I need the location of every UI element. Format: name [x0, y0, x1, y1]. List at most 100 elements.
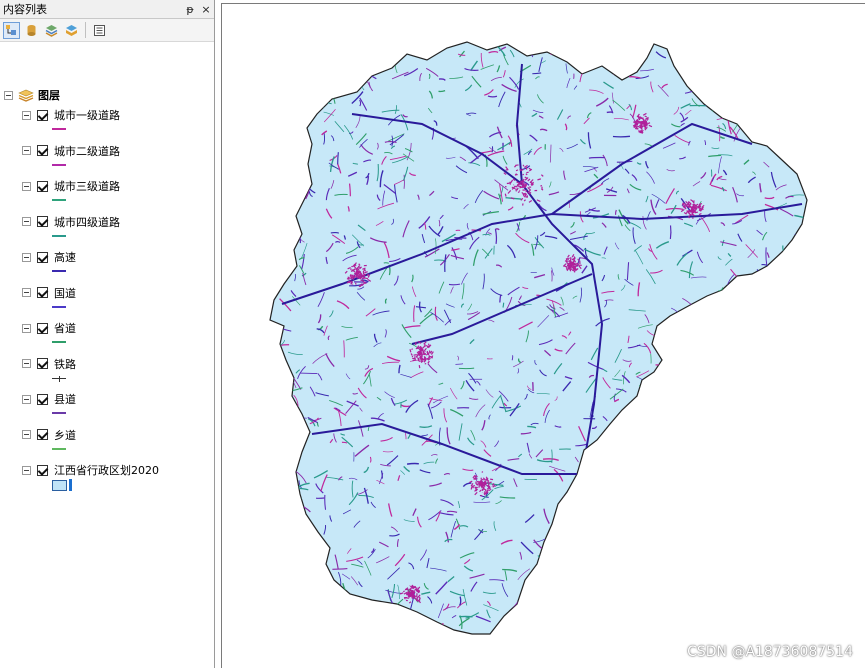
- list-by-selection-icon[interactable]: [63, 22, 80, 39]
- road-segment: [706, 88, 709, 96]
- list-by-source-icon[interactable]: [23, 22, 40, 39]
- road-segment: [700, 580, 706, 595]
- layer-label: 城市四级道路: [54, 215, 120, 229]
- layer-visibility-checkbox[interactable]: [37, 109, 48, 121]
- road-segment: [711, 555, 720, 560]
- road-segment: [627, 45, 644, 48]
- collapse-toggle[interactable]: [22, 252, 31, 262]
- road-segment: [776, 430, 778, 436]
- road-segment: [599, 464, 608, 466]
- layer-visibility-checkbox[interactable]: [37, 322, 48, 334]
- layer-label: 乡道: [54, 428, 76, 442]
- road-segment: [653, 387, 671, 393]
- pin-icon[interactable]: ᵽ: [182, 1, 198, 17]
- collapse-toggle[interactable]: [22, 181, 31, 191]
- road-segment: [638, 57, 645, 62]
- layer-row[interactable]: 县道: [22, 392, 76, 406]
- road-segment: [769, 110, 779, 123]
- road-segment: [585, 604, 595, 608]
- list-by-drawing-order-icon[interactable]: [3, 21, 20, 39]
- layer-row[interactable]: 城市一级道路: [22, 108, 120, 122]
- layer-visibility-checkbox[interactable]: [37, 287, 48, 298]
- road-segment: [299, 71, 311, 83]
- road-segment: [676, 436, 691, 439]
- list-by-visibility-icon[interactable]: [43, 22, 60, 39]
- map-view[interactable]: CSDN @A18736087514: [221, 3, 865, 668]
- road-segment: [271, 586, 275, 596]
- layer-row[interactable]: 省道: [22, 321, 76, 335]
- line-legend-symbol: [52, 447, 66, 450]
- road-segment: [411, 44, 418, 55]
- layer-row[interactable]: 国道: [22, 286, 76, 300]
- road-segment: [774, 370, 777, 377]
- collapse-toggle[interactable]: [22, 110, 31, 120]
- road-segment: [599, 466, 610, 479]
- collapse-toggle[interactable]: [22, 323, 31, 333]
- road-segment: [313, 574, 329, 581]
- road-segment: [701, 405, 707, 423]
- layer-visibility-checkbox[interactable]: [37, 216, 48, 227]
- collapse-toggle[interactable]: [22, 465, 31, 475]
- road-segment: [806, 244, 807, 251]
- layer-visibility-checkbox[interactable]: [37, 358, 48, 369]
- urban-road-segment: [416, 592, 418, 595]
- road-segment: [768, 339, 783, 352]
- layers-root[interactable]: 图层: [4, 88, 60, 102]
- layer-visibility-checkbox[interactable]: [37, 429, 48, 440]
- road-segment: [660, 411, 662, 419]
- road-segment: [689, 602, 695, 614]
- collapse-toggle[interactable]: [22, 359, 31, 368]
- road-segment: [642, 378, 649, 390]
- road-segment: [792, 269, 804, 278]
- road-segment: [689, 543, 696, 548]
- road-segment: [714, 520, 730, 525]
- layer-visibility-checkbox[interactable]: [37, 464, 48, 476]
- layer-visibility-checkbox[interactable]: [37, 180, 48, 192]
- layer-visibility-checkbox[interactable]: [37, 145, 48, 156]
- collapse-toggle[interactable]: [22, 146, 31, 155]
- layer-row[interactable]: 城市三级道路: [22, 179, 120, 193]
- layer-visibility-checkbox[interactable]: [37, 251, 48, 263]
- road-segment: [652, 621, 655, 634]
- urban-road-segment: [637, 125, 639, 128]
- road-segment: [764, 511, 776, 516]
- road-segment: [341, 65, 359, 68]
- close-icon[interactable]: ×: [198, 1, 214, 17]
- layer-row[interactable]: 乡道: [22, 428, 76, 442]
- layer-row[interactable]: 高速: [22, 250, 76, 264]
- road-segment: [592, 470, 603, 479]
- collapse-toggle[interactable]: [22, 288, 31, 297]
- road-segment: [806, 317, 807, 322]
- collapse-toggle[interactable]: [4, 90, 13, 100]
- road-segment: [708, 393, 719, 400]
- collapse-toggle[interactable]: [22, 217, 31, 226]
- layer-row[interactable]: 城市二级道路: [22, 144, 120, 158]
- jiangxi-road-map[interactable]: [222, 4, 865, 668]
- urban-road-segment: [481, 471, 484, 473]
- collapse-toggle[interactable]: [22, 394, 31, 404]
- road-segment: [297, 66, 302, 71]
- road-segment: [763, 42, 778, 47]
- road-segment: [783, 458, 787, 473]
- road-segment: [696, 363, 712, 371]
- road-segment: [270, 249, 275, 260]
- road-segment: [597, 42, 607, 46]
- layer-visibility-checkbox[interactable]: [37, 393, 48, 405]
- road-segment: [699, 393, 705, 397]
- collapse-toggle[interactable]: [22, 430, 31, 439]
- layer-row[interactable]: 江西省行政区划2020: [22, 463, 159, 477]
- road-segment: [283, 473, 292, 491]
- road-segment: [317, 96, 328, 102]
- road-segment: [748, 542, 754, 549]
- road-segment: [751, 73, 755, 83]
- road-segment: [665, 564, 682, 567]
- toc-title: 内容列表: [3, 3, 47, 16]
- toolbar-separator: [85, 22, 86, 38]
- road-segment: [650, 463, 653, 468]
- urban-road-segment: [577, 258, 580, 261]
- options-icon[interactable]: [91, 22, 108, 39]
- layer-row[interactable]: 铁路: [22, 357, 76, 371]
- road-segment: [413, 630, 418, 634]
- layer-row[interactable]: 城市四级道路: [22, 215, 120, 229]
- urban-road-segment: [428, 350, 431, 354]
